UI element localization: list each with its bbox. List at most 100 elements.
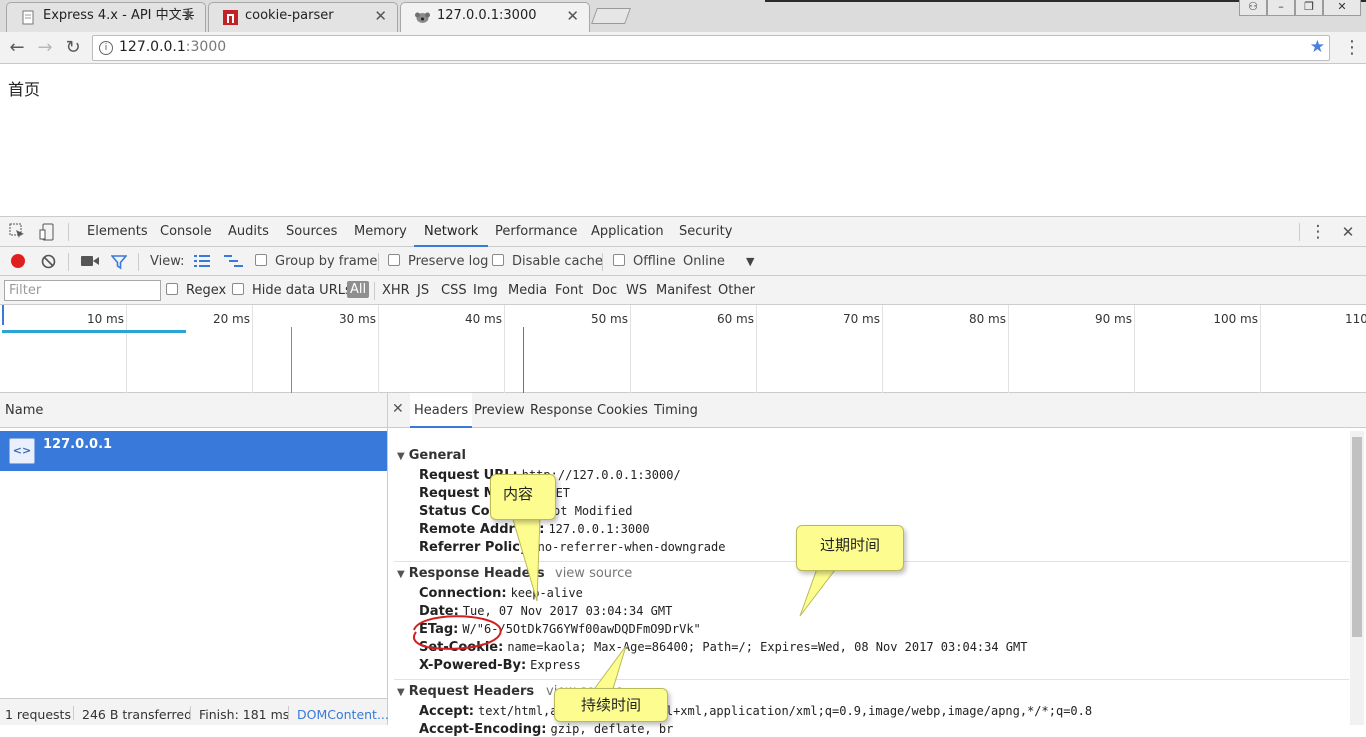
tab-security[interactable]: Security: [679, 217, 732, 247]
clear-icon[interactable]: [41, 254, 56, 273]
browser-tab-cookie-parser[interactable]: cookie-parser ✕: [208, 2, 398, 32]
request-row[interactable]: <> 127.0.0.1: [0, 431, 387, 471]
timeline-gridline: [1008, 305, 1009, 393]
inspect-element-icon[interactable]: [8, 223, 26, 241]
header-value: no-referrer-when-downgrade: [537, 540, 726, 554]
filter-type-css[interactable]: CSS: [441, 283, 467, 298]
tab-application[interactable]: Application: [591, 217, 664, 247]
filter-input[interactable]: Filter: [4, 280, 161, 301]
filter-type-all[interactable]: All: [347, 281, 370, 298]
waterfall-icon[interactable]: [224, 254, 244, 272]
general-section-toggle[interactable]: ▼ General: [397, 448, 466, 463]
url-port: :3000: [185, 39, 227, 55]
offline-checkbox[interactable]: [613, 254, 625, 266]
throttling-select[interactable]: Online: [683, 254, 725, 270]
chevron-down-icon[interactable]: ▼: [746, 254, 754, 270]
timeline-gridline: [504, 305, 505, 393]
divider: [190, 706, 191, 720]
summary-domcontent[interactable]: DOMContent...: [297, 707, 389, 722]
record-icon[interactable]: [11, 254, 25, 268]
npm-icon: [223, 9, 238, 25]
address-url[interactable]: 127.0.0.1:3000: [119, 39, 226, 55]
close-tab-icon[interactable]: ✕: [566, 3, 579, 29]
disable-cache-checkbox[interactable]: [492, 254, 504, 266]
filter-type-manifest[interactable]: Manifest: [656, 283, 711, 298]
filter-type-other[interactable]: Other: [718, 283, 755, 298]
close-tab-icon[interactable]: ✕: [182, 3, 195, 29]
view-label: View:: [150, 254, 185, 269]
minimize-icon[interactable]: –: [1267, 0, 1295, 16]
tab-console[interactable]: Console: [160, 217, 212, 247]
detail-tab-preview[interactable]: Preview: [474, 403, 525, 418]
filter-type-font[interactable]: Font: [555, 283, 583, 298]
filter-type-doc[interactable]: Doc: [592, 283, 617, 298]
timeline-tick-label: 10 ms: [86, 312, 124, 326]
info-icon[interactable]: i: [99, 41, 113, 55]
large-rows-icon[interactable]: [194, 254, 210, 272]
header-key: ETag:: [419, 622, 459, 637]
triangle-down-icon: ▼: [397, 687, 405, 698]
request-headers-toggle[interactable]: ▼ Request Headers: [397, 684, 534, 699]
bookmark-star-icon[interactable]: ★: [1310, 37, 1325, 57]
back-icon[interactable]: ←: [6, 37, 28, 59]
close-devtools-icon[interactable]: ✕: [1339, 223, 1357, 241]
header-remote-address: Remote Address: 127.0.0.1:3000: [419, 522, 650, 537]
browser-tab-express[interactable]: Express 4.x - API 中文手 ✕: [6, 2, 206, 32]
detail-tab-response[interactable]: Response: [530, 403, 592, 418]
tab-network[interactable]: Network: [414, 217, 489, 247]
preserve-log-checkbox[interactable]: [388, 254, 400, 266]
tab-memory[interactable]: Memory: [354, 217, 407, 247]
restore-icon[interactable]: ❐: [1295, 0, 1323, 16]
detail-tab-timing[interactable]: Timing: [654, 403, 698, 418]
tab-audits[interactable]: Audits: [228, 217, 269, 247]
header-key: Accept-Encoding:: [419, 722, 547, 737]
device-toolbar-icon[interactable]: [38, 223, 56, 241]
address-bar[interactable]: i 127.0.0.1:3000 ★: [92, 35, 1330, 61]
detail-tab-headers[interactable]: Headers: [410, 393, 473, 428]
network-overview-timeline[interactable]: 10 ms 20 ms 30 ms 40 ms 50 ms 60 ms 70 m…: [0, 305, 1366, 393]
general-title: General: [408, 448, 466, 463]
close-tab-icon[interactable]: ✕: [374, 3, 387, 29]
response-view-source-link[interactable]: view source: [555, 566, 632, 581]
response-headers-toggle[interactable]: ▼ Response Headers: [397, 566, 545, 581]
divider: [378, 253, 379, 271]
group-by-frame-label: Group by frame: [275, 254, 378, 269]
tab-sources[interactable]: Sources: [286, 217, 337, 247]
tab-performance[interactable]: Performance: [495, 217, 577, 247]
forward-icon[interactable]: →: [34, 37, 56, 59]
filter-type-img[interactable]: Img: [473, 283, 498, 298]
devtools-menu-icon[interactable]: ⋮: [1309, 223, 1327, 241]
devtools-tab-bar: Elements Console Audits Sources Memory N…: [0, 217, 1366, 247]
hide-data-urls-label: Hide data URLs: [252, 283, 352, 298]
browser-toolbar: ← → ↻ i 127.0.0.1:3000 ★ ⋮: [0, 32, 1366, 64]
filter-type-xhr[interactable]: XHR: [382, 283, 410, 298]
filter-icon[interactable]: [110, 254, 128, 274]
timeline-gridline: [756, 305, 757, 393]
close-window-icon[interactable]: ✕: [1323, 0, 1361, 16]
filter-type-js[interactable]: JS: [417, 283, 429, 298]
name-column-label: Name: [5, 403, 44, 418]
video-camera-icon[interactable]: [81, 255, 99, 271]
hide-data-urls-checkbox[interactable]: [232, 283, 244, 295]
filter-type-ws[interactable]: WS: [626, 283, 647, 298]
close-detail-icon[interactable]: ✕: [392, 401, 404, 417]
tab-elements[interactable]: Elements: [87, 217, 148, 247]
browser-menu-icon[interactable]: ⋮: [1343, 37, 1361, 58]
reload-icon[interactable]: ↻: [62, 37, 84, 59]
request-headers-title: Request Headers: [408, 684, 535, 699]
detail-scrollbar[interactable]: [1350, 431, 1364, 725]
triangle-down-icon: ▼: [397, 569, 405, 580]
detail-tab-cookies[interactable]: Cookies: [597, 403, 648, 418]
new-tab-button[interactable]: [591, 8, 631, 24]
profile-icon[interactable]: ⚇: [1239, 0, 1267, 16]
divider: [73, 706, 74, 720]
name-column-header[interactable]: Name: [0, 393, 387, 428]
regex-checkbox[interactable]: [166, 283, 178, 295]
page-heading: 首页: [8, 80, 41, 99]
header-key: Remote Address:: [419, 522, 545, 537]
browser-tab-localhost[interactable]: 127.0.0.1:3000 ✕: [400, 2, 590, 32]
divider: [602, 253, 603, 271]
group-by-frame-checkbox[interactable]: [255, 254, 267, 266]
filter-type-media[interactable]: Media: [508, 283, 547, 298]
scrollbar-thumb[interactable]: [1352, 437, 1362, 637]
